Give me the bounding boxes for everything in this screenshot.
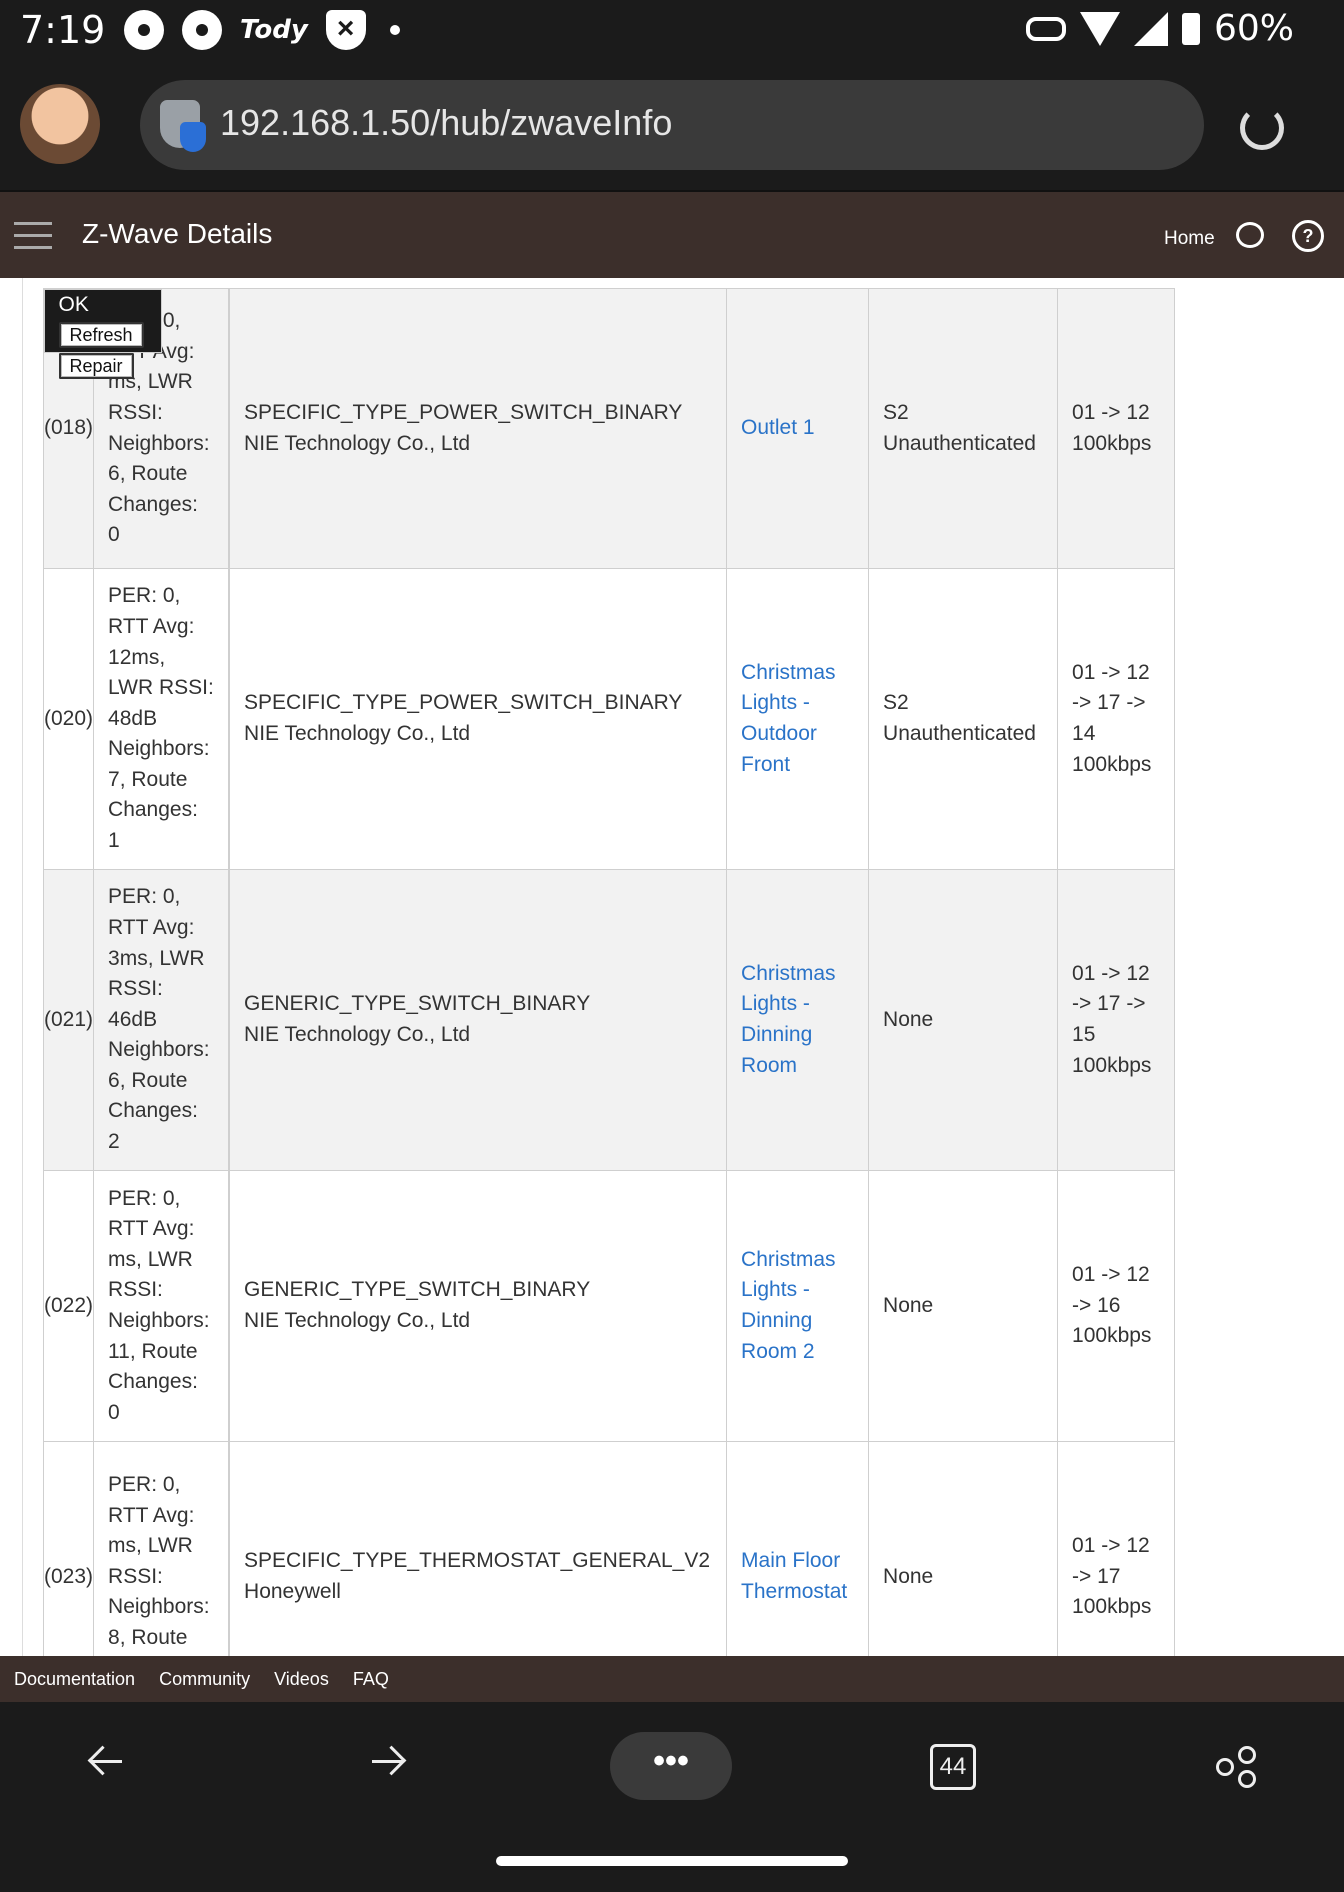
browser-toolbar: 192.168.1.50/hub/zwaveInfo bbox=[0, 62, 1344, 190]
share-icon[interactable] bbox=[1216, 1746, 1256, 1788]
device-security: None bbox=[868, 869, 1059, 1171]
battery-percent: 60% bbox=[1213, 8, 1294, 49]
home-link[interactable]: Home bbox=[1164, 228, 1215, 250]
device-manufacturer: NIE Technology Co., Ltd bbox=[244, 431, 471, 455]
device-link[interactable]: Christmas Lights - Outdoor Front bbox=[741, 661, 836, 776]
device-link[interactable]: Christmas Lights - Dinning Room 2 bbox=[741, 1248, 836, 1363]
device-route: 01 -> 12 100kbps bbox=[1057, 288, 1176, 569]
wifi-icon bbox=[1079, 11, 1120, 46]
profile-avatar[interactable] bbox=[20, 84, 100, 164]
device-type: GENERIC_TYPE_SWITCH_BINARY bbox=[244, 1278, 591, 1302]
device-manufacturer: NIE Technology Co., Ltd bbox=[244, 1309, 471, 1332]
device-type: SPECIFIC_TYPE_THERMOSTAT_GENERAL_V2 bbox=[244, 1549, 711, 1573]
table-row: (023) PER: 0, RTT Avg: ms, LWR RSSI: Nei… bbox=[42, 288, 1176, 1656]
page-title: Z-Wave Details bbox=[82, 218, 273, 249]
device-type: GENERIC_TYPE_SWITCH_BINARY bbox=[244, 992, 591, 1016]
device-type-cell: SPECIFIC_TYPE_POWER_SWITCH_BINARY NIE Te… bbox=[229, 568, 728, 870]
device-stats: PER: 0, RTT Avg: ms, LWR RSSI: Neighbors… bbox=[93, 1441, 230, 1656]
device-id: (023) bbox=[42, 1441, 95, 1656]
table-row: (018) PER: 0, RTT Avg: ms, LWR RSSI: Nei… bbox=[42, 288, 1176, 569]
main-content: (018) PER: 0, RTT Avg: ms, LWR RSSI: Nei… bbox=[0, 278, 1344, 1656]
device-stats: PER: 0, RTT Avg: ms, LWR RSSI: Neighbors… bbox=[93, 1170, 230, 1442]
device-manufacturer: NIE Technology Co., Ltd bbox=[244, 722, 471, 745]
device-security: None bbox=[868, 1441, 1059, 1656]
device-table: (018) PER: 0, RTT Avg: ms, LWR RSSI: Nei… bbox=[42, 288, 1176, 1656]
battery-icon bbox=[1181, 12, 1200, 45]
footer-link-videos[interactable]: Videos bbox=[274, 1669, 329, 1690]
device-name-cell: Main Floor Thermostat bbox=[726, 1441, 870, 1656]
hamburger-menu-icon[interactable] bbox=[14, 222, 52, 258]
device-link[interactable]: Christmas Lights - Dinning Room bbox=[741, 962, 836, 1077]
device-type: SPECIFIC_TYPE_POWER_SWITCH_BINARY bbox=[244, 400, 683, 424]
device-route: 01 -> 12 -> 17 -> 15 100kbps bbox=[1057, 869, 1176, 1171]
notification-icons: Tody bbox=[124, 10, 400, 50]
device-type-cell: GENERIC_TYPE_SWITCH_BINARY NIE Technolog… bbox=[229, 1170, 728, 1442]
device-type: SPECIFIC_TYPE_POWER_SWITCH_BINARY bbox=[244, 691, 683, 715]
device-name-cell: Christmas Lights - Dinning Room bbox=[726, 869, 870, 1171]
device-stats: PER: 0, RTT Avg: 12ms, LWR RSSI: 48dB Ne… bbox=[93, 568, 230, 870]
gesture-bar bbox=[0, 1832, 1344, 1892]
status-bar: 7:19 Tody 60% bbox=[0, 0, 1344, 62]
more-notifications-dot-icon bbox=[389, 25, 400, 35]
device-status-cell: OK Refresh Repair bbox=[43, 288, 162, 379]
device-route: 01 -> 12 -> 17 -> 14 100kbps bbox=[1057, 568, 1176, 870]
system-icons: 60% bbox=[1025, 8, 1294, 49]
footer-link-community[interactable]: Community bbox=[159, 1669, 250, 1690]
device-name-cell: Christmas Lights - Dinning Room 2 bbox=[726, 1170, 870, 1442]
url-text[interactable]: 192.168.1.50/hub/zwaveInfo bbox=[220, 102, 672, 144]
device-link[interactable]: Outlet 1 bbox=[741, 416, 815, 439]
device-security: None bbox=[868, 1170, 1059, 1442]
today-app-icon: Tody bbox=[240, 15, 308, 45]
device-type-cell: GENERIC_TYPE_SWITCH_BINARY NIE Technolog… bbox=[229, 869, 728, 1171]
clock: 7:19 bbox=[20, 8, 106, 52]
table-row: (021) PER: 0, RTT Avg: 3ms, LWR RSSI: 46… bbox=[42, 288, 1176, 1171]
address-bar[interactable]: 192.168.1.50/hub/zwaveInfo bbox=[140, 80, 1204, 170]
footer-link-faq[interactable]: FAQ bbox=[353, 1669, 389, 1690]
device-manufacturer: NIE Technology Co., Ltd bbox=[244, 1023, 471, 1046]
device-id: (021) bbox=[42, 869, 95, 1171]
device-type-cell: SPECIFIC_TYPE_THERMOSTAT_GENERAL_V2 Hone… bbox=[229, 1441, 728, 1656]
repair-button[interactable]: Repair bbox=[58, 352, 134, 379]
device-route: 01 -> 12 -> 16 100kbps bbox=[1057, 1170, 1176, 1442]
device-name-cell: Christmas Lights - Outdoor Front bbox=[726, 568, 870, 870]
device-id: (022) bbox=[42, 1170, 95, 1442]
device-security: S2 Unauthenticated bbox=[868, 568, 1059, 870]
home-indicator[interactable] bbox=[496, 1856, 848, 1866]
table-scroll-area[interactable]: (018) PER: 0, RTT Avg: ms, LWR RSSI: Nei… bbox=[22, 278, 1325, 1656]
chat-icon[interactable] bbox=[1236, 222, 1264, 248]
refresh-button[interactable]: Refresh bbox=[58, 322, 144, 349]
device-route: 01 -> 12 -> 17 100kbps bbox=[1057, 1441, 1176, 1656]
back-arrow-icon[interactable] bbox=[92, 1760, 122, 1763]
privacy-shield-icon[interactable] bbox=[160, 100, 206, 152]
device-status: OK bbox=[58, 292, 89, 316]
radiation-icon-2 bbox=[182, 10, 222, 50]
device-stats: PER: 0, RTT Avg: 3ms, LWR RSSI: 46dB Nei… bbox=[93, 869, 230, 1171]
more-menu-button[interactable]: ••• bbox=[610, 1732, 732, 1800]
radiation-icon bbox=[124, 10, 164, 50]
device-type-cell: SPECIFIC_TYPE_POWER_SWITCH_BINARY NIE Te… bbox=[229, 288, 728, 569]
vpn-key-icon bbox=[1025, 16, 1066, 41]
help-icon[interactable]: ? bbox=[1292, 220, 1324, 252]
table-row: (022) PER: 0, RTT Avg: ms, LWR RSSI: Nei… bbox=[42, 288, 1176, 1442]
footer-links: Documentation Community Videos FAQ bbox=[0, 1656, 1344, 1702]
device-manufacturer: Honeywell bbox=[244, 1580, 341, 1603]
device-name-cell: Outlet 1 bbox=[726, 288, 870, 569]
forward-arrow-icon[interactable] bbox=[372, 1760, 402, 1763]
reload-icon[interactable] bbox=[1240, 106, 1284, 150]
device-id: (020) bbox=[42, 568, 95, 870]
tab-switcher-button[interactable]: 44 bbox=[930, 1744, 976, 1790]
cell-signal-icon bbox=[1133, 11, 1168, 46]
device-security: S2 Unauthenticated bbox=[868, 288, 1059, 569]
table-row: (020) PER: 0, RTT Avg: 12ms, LWR RSSI: 4… bbox=[42, 288, 1176, 870]
device-link[interactable]: Main Floor Thermostat bbox=[741, 1549, 847, 1603]
app-header: Z-Wave Details Home ? bbox=[0, 190, 1344, 280]
shield-x-icon bbox=[325, 10, 366, 50]
browser-bottom-nav: ••• 44 bbox=[0, 1702, 1344, 1832]
footer-link-documentation[interactable]: Documentation bbox=[14, 1669, 135, 1690]
